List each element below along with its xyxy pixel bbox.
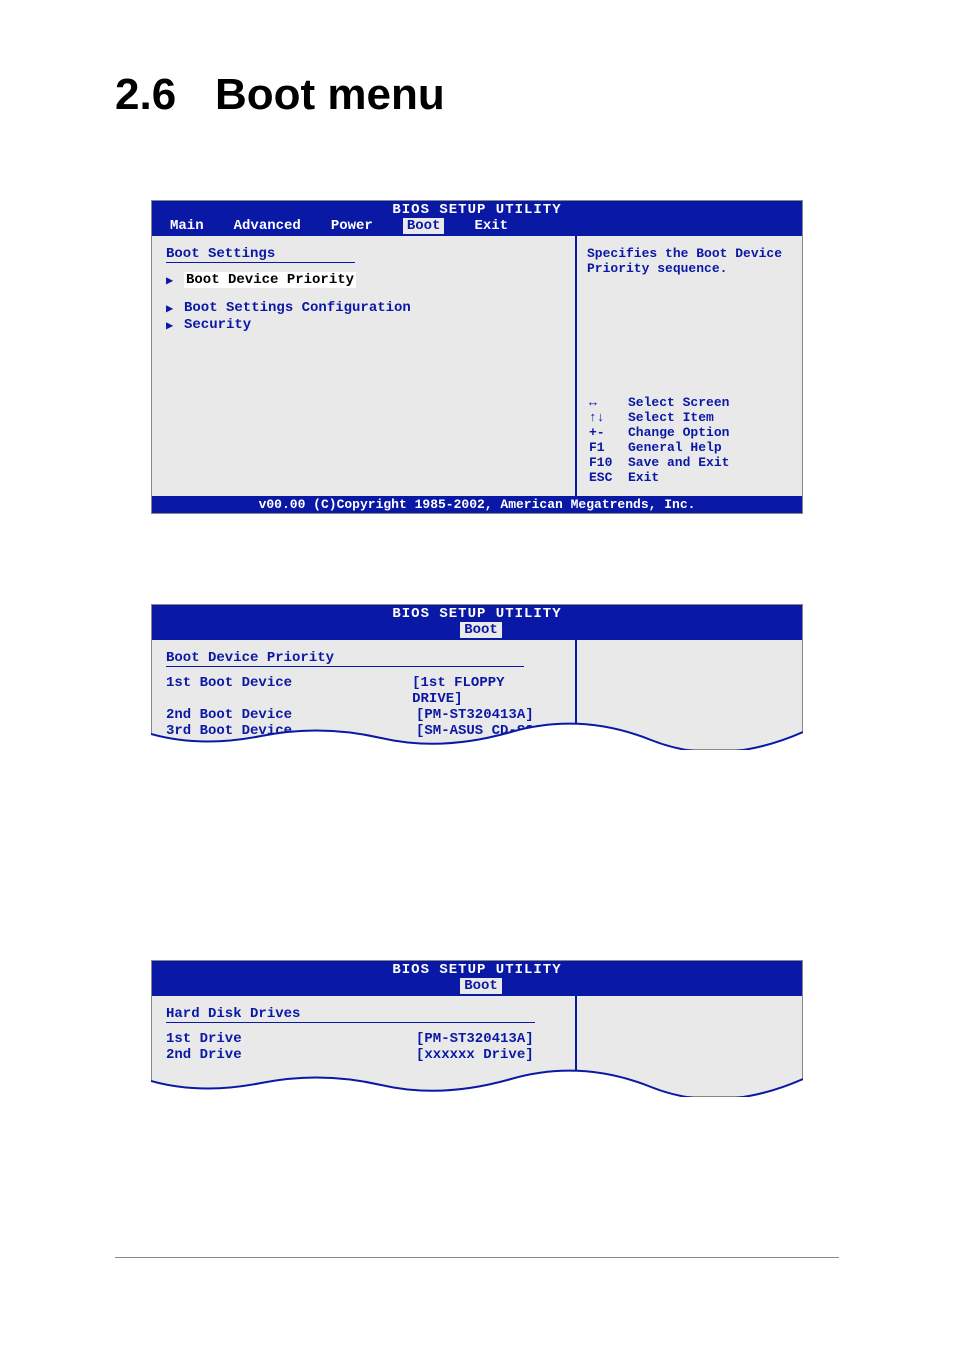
- bios-tabs: Boot: [152, 622, 802, 640]
- boot-device-row-1[interactable]: 1st Boot Device [1st FLOPPY DRIVE]: [166, 675, 561, 707]
- row-label: 2nd Boot Device: [166, 707, 416, 723]
- menu-item-boot-device-priority[interactable]: ▶ Boot Device Priority: [166, 272, 561, 288]
- key-icon: F1: [587, 441, 626, 456]
- bios-left-pane: Hard Disk Drives 1st Drive [PM-ST320413A…: [152, 996, 577, 1096]
- key-desc: Save and Exit: [626, 456, 792, 471]
- boot-device-row-2[interactable]: 2nd Boot Device [PM-ST320413A]: [166, 707, 561, 723]
- boot-device-row-3[interactable]: 3rd Boot Device [SM-ASUS CD-S360]: [166, 723, 561, 739]
- bios-left-pane: Boot Device Priority 1st Boot Device [1s…: [152, 640, 577, 749]
- row-value: [1st FLOPPY DRIVE]: [412, 675, 561, 707]
- bios-right-pane: Specifies the Boot Device Priority seque…: [577, 236, 802, 496]
- bios-right-pane: [577, 640, 802, 749]
- drive-row-2[interactable]: 2nd Drive [xxxxxx Drive]: [166, 1047, 561, 1063]
- key-icon: ESC: [587, 471, 626, 486]
- section-name: Boot menu: [215, 70, 445, 119]
- key-desc: General Help: [626, 441, 792, 456]
- row-value: [SM-ASUS CD-S360]: [416, 723, 559, 739]
- row-value: [PM-ST320413A]: [416, 1031, 534, 1047]
- key-icon: ↔: [587, 396, 626, 411]
- menu-item-boot-settings-configuration[interactable]: ▶ Boot Settings Configuration: [166, 300, 561, 316]
- bios-tabs: Boot: [152, 978, 802, 996]
- tab-exit[interactable]: Exit: [474, 218, 508, 234]
- section-title: 2.6Boot menu: [115, 70, 894, 120]
- bios-copyright-footer: v00.00 (C)Copyright 1985-2002, American …: [152, 496, 802, 513]
- bios-utility-title: BIOS SETUP UTILITY: [152, 201, 802, 218]
- bios-tabs: Main Advanced Power Boot Exit: [152, 218, 802, 236]
- hard-disk-drives-heading: Hard Disk Drives: [166, 1006, 535, 1023]
- key-desc: Select Screen: [626, 396, 792, 411]
- boot-device-priority-heading: Boot Device Priority: [166, 650, 524, 667]
- tab-advanced[interactable]: Advanced: [234, 218, 301, 234]
- menu-label: Boot Device Priority: [184, 272, 356, 288]
- row-label: 1st Boot Device: [166, 675, 412, 707]
- row-value: [PM-ST320413A]: [416, 707, 534, 723]
- menu-label: Boot Settings Configuration: [184, 300, 411, 316]
- tab-boot[interactable]: Boot: [460, 622, 502, 638]
- key-desc: Change Option: [626, 426, 792, 441]
- key-desc: Select Item: [626, 411, 792, 426]
- boot-settings-heading: Boot Settings: [166, 246, 355, 263]
- drive-row-1[interactable]: 1st Drive [PM-ST320413A]: [166, 1031, 561, 1047]
- key-help: ↔Select Screen ↑↓Select Item +-Change Op…: [587, 396, 792, 486]
- triangle-icon: ▶: [166, 301, 176, 316]
- triangle-icon: ▶: [166, 318, 176, 333]
- help-text: Specifies the Boot Device Priority seque…: [587, 246, 792, 276]
- bios-right-pane: [577, 996, 802, 1096]
- key-icon: F10: [587, 456, 626, 471]
- section-number: 2.6: [115, 70, 215, 120]
- tab-boot[interactable]: Boot: [403, 218, 445, 234]
- bios-panel-boot-device-priority: BIOS SETUP UTILITY Boot Boot Device Prio…: [151, 604, 803, 750]
- tab-power[interactable]: Power: [331, 218, 373, 234]
- row-label: 2nd Drive: [166, 1047, 416, 1063]
- page-footer-divider: [115, 1257, 839, 1258]
- bios-panel-hard-disk-drives: BIOS SETUP UTILITY Boot Hard Disk Drives…: [151, 960, 803, 1097]
- row-label: 3rd Boot Device: [166, 723, 416, 739]
- bios-utility-title: BIOS SETUP UTILITY: [152, 961, 802, 978]
- bios-left-pane: Boot Settings ▶ Boot Device Priority ▶ B…: [152, 236, 577, 496]
- key-icon: +-: [587, 426, 626, 441]
- triangle-icon: ▶: [166, 273, 176, 288]
- menu-item-security[interactable]: ▶ Security: [166, 317, 561, 333]
- bios-panel-boot-settings: BIOS SETUP UTILITY Main Advanced Power B…: [151, 200, 803, 514]
- tab-main[interactable]: Main: [170, 218, 204, 234]
- key-icon: ↑↓: [587, 411, 626, 426]
- key-desc: Exit: [626, 471, 792, 486]
- row-label: 1st Drive: [166, 1031, 416, 1047]
- bios-utility-title: BIOS SETUP UTILITY: [152, 605, 802, 622]
- menu-label: Security: [184, 317, 251, 333]
- row-value: [xxxxxx Drive]: [416, 1047, 534, 1063]
- tab-boot[interactable]: Boot: [460, 978, 502, 994]
